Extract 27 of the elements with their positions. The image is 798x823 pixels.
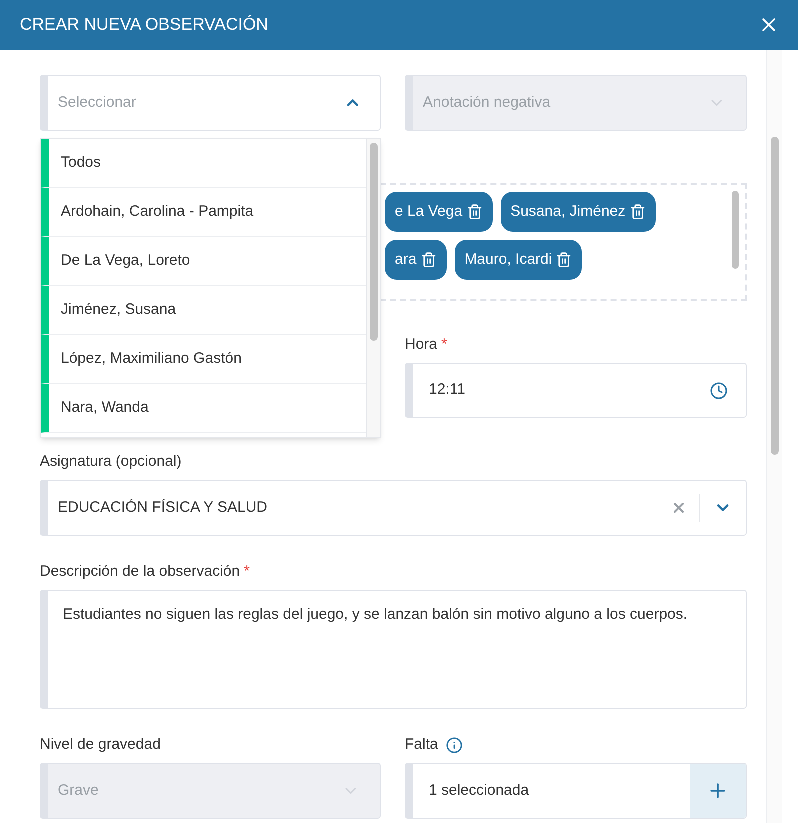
required-asterisk: * (442, 334, 448, 355)
fault-label: Falta (405, 734, 438, 755)
severity-label: Nivel de gravedad (40, 734, 161, 755)
subject-select[interactable]: EDUCACIÓN FÍSICA Y SALUD (40, 480, 747, 536)
student-chip[interactable]: ara (385, 240, 447, 280)
required-asterisk: * (244, 562, 250, 582)
info-icon[interactable] (446, 736, 464, 754)
dialog-title: CREAR NUEVA OBSERVACIÓN (20, 14, 268, 36)
fault-value: 1 seleccionada (428, 780, 530, 801)
student-chip[interactable]: Mauro, Icardi (454, 240, 582, 280)
select-value: Anotación negativa (423, 92, 551, 113)
description-field[interactable]: Estudiantes no siguen las reglas del juego, y se lanzan balón sin motivo alguno a los cuerpos. (40, 590, 747, 709)
select-placeholder: Seleccionar (58, 92, 136, 113)
select-value: EDUCACIÓN FÍSICA Y SALUD (58, 498, 268, 518)
time-label: Hora (405, 334, 438, 355)
trash-icon (466, 204, 483, 220)
trash-icon (556, 252, 572, 268)
description-label: Descripción de la observación (40, 562, 240, 582)
student-chip[interactable]: Susana, Jiménez (500, 192, 656, 232)
student-chip[interactable]: e La Vega (385, 192, 493, 232)
time-field[interactable]: 12:11 (405, 363, 747, 418)
clear-icon[interactable] (671, 500, 687, 516)
trash-icon (420, 252, 437, 268)
subject-label: Asignatura (opcional) (40, 452, 182, 472)
clock-icon (710, 382, 728, 400)
select-value: Grave (58, 780, 99, 801)
trash-icon (630, 204, 646, 220)
